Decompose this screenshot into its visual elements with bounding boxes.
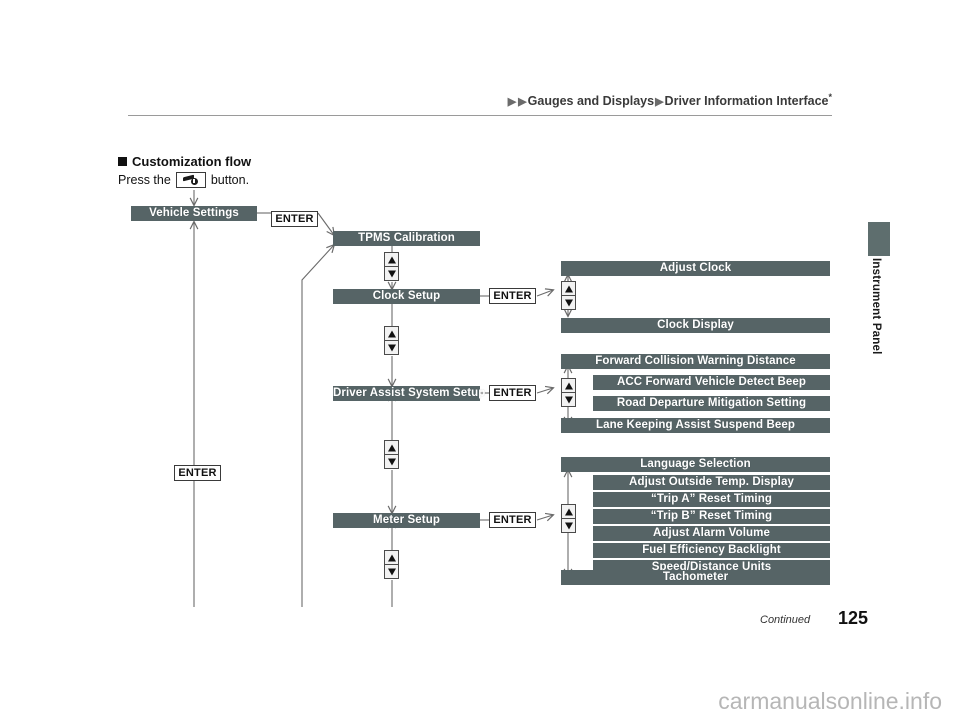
node-trip-b-reset-timing[interactable]: “Trip B” Reset Timing	[593, 509, 830, 524]
scroll-down-cell[interactable]	[384, 454, 399, 469]
scroll-up-cell[interactable]	[384, 252, 399, 267]
node-adjust-outside-temp-display[interactable]: Adjust Outside Temp. Display	[593, 475, 830, 490]
node-adjust-alarm-volume[interactable]: Adjust Alarm Volume	[593, 526, 830, 541]
node-label: Tachometer	[662, 571, 729, 583]
enter-label: ENTER	[493, 387, 532, 399]
node-label: Road Departure Mitigation Setting	[616, 397, 807, 409]
enter-label: ENTER	[275, 213, 314, 225]
node-clock-display[interactable]: Clock Display	[561, 318, 830, 333]
scroll-down-cell[interactable]	[384, 564, 399, 579]
node-label: Lane Keeping Assist Suspend Beep	[596, 419, 795, 431]
scroll-updown-meter-group[interactable]	[561, 504, 576, 534]
triangle-up-icon	[387, 256, 396, 263]
customization-flow-diagram: Vehicle Settings ENTER ENTER TPMS Calibr…	[0, 0, 960, 722]
node-label: “Trip A” Reset Timing	[651, 493, 772, 505]
scroll-down-cell[interactable]	[561, 295, 576, 310]
node-lane-keeping-assist-suspend-beep[interactable]: Lane Keeping Assist Suspend Beep	[561, 418, 830, 433]
node-tpms-calibration[interactable]: TPMS Calibration	[333, 231, 480, 246]
triangle-down-icon	[387, 270, 396, 277]
triangle-down-icon	[564, 299, 573, 306]
node-label: Clock Display	[657, 319, 734, 331]
scroll-up-cell[interactable]	[561, 378, 576, 393]
node-forward-collision-warning-distance[interactable]: Forward Collision Warning Distance	[561, 354, 830, 369]
enter-label: ENTER	[493, 290, 532, 302]
node-tachometer[interactable]: Tachometer	[561, 570, 830, 585]
node-label: Clock Setup	[372, 290, 441, 302]
enter-button-return[interactable]: ENTER	[174, 465, 221, 481]
scroll-updown-meter-bottom[interactable]	[384, 550, 399, 580]
scroll-updown-tpms-clock[interactable]	[384, 252, 399, 282]
node-label: “Trip B” Reset Timing	[650, 510, 773, 522]
scroll-updown-driver-assist-group[interactable]	[561, 378, 576, 408]
page-number: 125	[838, 608, 869, 628]
node-label: ACC Forward Vehicle Detect Beep	[616, 376, 807, 388]
node-trip-a-reset-timing[interactable]: “Trip A” Reset Timing	[593, 492, 830, 507]
triangle-up-icon	[387, 554, 396, 561]
node-label: Language Selection	[640, 458, 751, 470]
enter-button-driver-assist[interactable]: ENTER	[489, 385, 536, 401]
enter-button-clock-setup[interactable]: ENTER	[489, 288, 536, 304]
node-road-departure-mitigation-setting[interactable]: Road Departure Mitigation Setting	[593, 396, 830, 411]
scroll-down-cell[interactable]	[561, 392, 576, 407]
scroll-down-cell[interactable]	[561, 518, 576, 533]
triangle-down-icon	[387, 344, 396, 351]
node-label: TPMS Calibration	[358, 232, 455, 244]
node-language-selection[interactable]: Language Selection	[561, 457, 830, 472]
enter-label: ENTER	[178, 467, 217, 479]
triangle-down-icon	[387, 568, 396, 575]
node-label: Adjust Clock	[659, 262, 732, 274]
node-label: Forward Collision Warning Distance	[595, 355, 796, 367]
enter-button-root[interactable]: ENTER	[271, 211, 318, 227]
node-label: Meter Setup	[373, 514, 440, 526]
scroll-updown-clock-group[interactable]	[561, 281, 576, 311]
scroll-down-cell[interactable]	[384, 340, 399, 355]
scroll-up-cell[interactable]	[384, 326, 399, 341]
node-driver-assist-system-setup[interactable]: Driver Assist System Setup	[333, 386, 485, 401]
footer-continued-label: Continued	[760, 614, 811, 626]
node-label: Adjust Outside Temp. Display	[629, 476, 794, 488]
node-meter-setup[interactable]: Meter Setup	[333, 513, 480, 528]
node-vehicle-settings[interactable]: Vehicle Settings	[131, 206, 257, 221]
scroll-updown-driverassist-meter[interactable]	[384, 440, 399, 470]
triangle-up-icon	[564, 508, 573, 515]
scroll-down-cell[interactable]	[384, 266, 399, 281]
triangle-down-icon	[564, 522, 573, 529]
triangle-down-icon	[387, 458, 396, 465]
node-label: Fuel Efficiency Backlight	[642, 544, 781, 556]
node-label: Driver Assist System Setup	[333, 387, 486, 399]
node-label: Vehicle Settings	[149, 207, 239, 219]
node-acc-forward-vehicle-detect-beep[interactable]: ACC Forward Vehicle Detect Beep	[593, 375, 830, 390]
triangle-down-icon	[564, 396, 573, 403]
triangle-up-icon	[387, 444, 396, 451]
node-adjust-clock[interactable]: Adjust Clock	[561, 261, 830, 276]
scroll-up-cell[interactable]	[384, 550, 399, 565]
enter-label: ENTER	[493, 514, 532, 526]
scroll-up-cell[interactable]	[561, 281, 576, 296]
enter-button-meter-setup[interactable]: ENTER	[489, 512, 536, 528]
node-label: Adjust Alarm Volume	[653, 527, 770, 539]
node-clock-setup[interactable]: Clock Setup	[333, 289, 480, 304]
watermark: carmanualsonline.info	[718, 688, 942, 714]
scroll-up-cell[interactable]	[561, 504, 576, 519]
triangle-up-icon	[564, 285, 573, 292]
node-fuel-efficiency-backlight[interactable]: Fuel Efficiency Backlight	[593, 543, 830, 558]
scroll-up-cell[interactable]	[384, 440, 399, 455]
triangle-up-icon	[387, 330, 396, 337]
scroll-updown-clock-driverassist[interactable]	[384, 326, 399, 356]
triangle-up-icon	[564, 382, 573, 389]
